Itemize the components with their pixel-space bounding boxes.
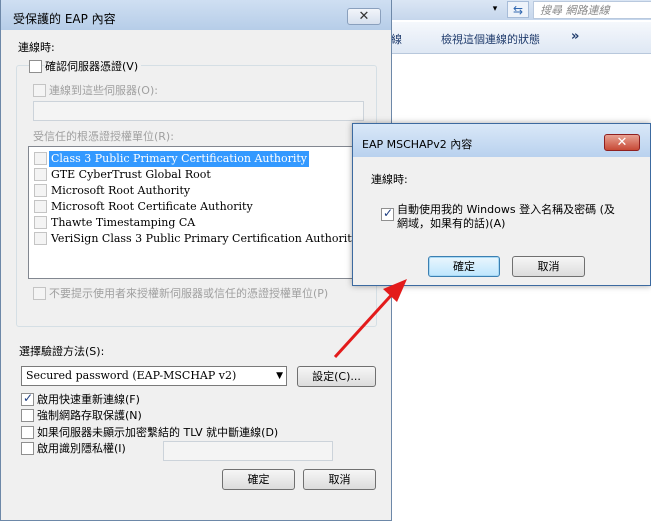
list-item[interactable]: GTE CyberTrust Global Root	[32, 167, 362, 183]
enforce-nap-label: 強制網路存取保護(N)	[37, 409, 142, 422]
popup-title: EAP MSCHAPv2 內容	[362, 138, 473, 151]
disconnect-tlv-label: 如果伺服器未顯示加密繫結的 TLV 就中斷連線(D)	[37, 426, 279, 439]
auth-method-select[interactable]: Secured password (EAP-MSCHAP v2) ▼	[21, 366, 287, 386]
ca-checkbox[interactable]	[34, 232, 47, 245]
ca-label: Thawte Timestamping CA	[51, 216, 196, 229]
ca-checkbox[interactable]	[34, 200, 47, 213]
identity-privacy-input[interactable]	[163, 441, 333, 461]
cancel-button[interactable]: 取消	[303, 469, 376, 490]
verify-server-checkbox[interactable]	[29, 60, 42, 73]
connect-label: 連線時:	[18, 41, 55, 54]
ok-button[interactable]: 確定	[222, 469, 295, 490]
popup-title-bar: EAP MSCHAPv2 內容 ✕	[353, 124, 650, 157]
dialog-body: 連線時: 確認伺服器憑證(V) 連線到這些伺服器(O): 受信任的根憑證授權單位…	[7, 31, 386, 515]
chevron-down-icon: ▼	[276, 371, 283, 381]
disconnect-tlv-checkbox[interactable]	[21, 426, 34, 439]
address-bar: ▾ ⇆ 搜尋 網路連線	[389, 0, 651, 20]
list-item[interactable]: VeriSign Class 3 Public Primary Certific…	[32, 231, 384, 247]
command-bar: 線 檢視這個連線的狀態 »	[389, 22, 651, 54]
popup-ok-button[interactable]: 確定	[428, 256, 500, 277]
ca-label: GTE CyberTrust Global Root	[51, 168, 211, 181]
connect-servers-label: 連線到這些伺服器(O):	[49, 84, 158, 97]
auto-use-credentials-checkbox[interactable]	[381, 206, 394, 221]
trusted-ca-label: 受信任的根憑證授權單位(R):	[33, 130, 174, 143]
dialog-title: 受保護的 EAP 內容	[13, 12, 116, 26]
identity-privacy-label: 啟用識別隱私權(I)	[37, 442, 126, 455]
list-item[interactable]: Microsoft Root Certificate Authority	[32, 199, 362, 215]
connect-servers-checkbox[interactable]	[33, 84, 46, 97]
auto-use-credentials-label-line1: 自動使用我的 Windows 登入名稱及密碼 (及	[397, 203, 615, 216]
auth-method-label: 選擇驗證方法(S):	[19, 345, 105, 358]
identity-privacy-checkbox[interactable]	[21, 442, 34, 455]
configure-button[interactable]: 設定(C)...	[297, 366, 376, 387]
verify-server-label: 確認伺服器憑證(V)	[45, 60, 142, 74]
search-input[interactable]: 搜尋 網路連線	[533, 1, 651, 19]
ca-checkbox[interactable]	[34, 152, 47, 165]
list-item[interactable]: Class 3 Public Primary Certification Aut…	[32, 151, 362, 167]
ca-label: Microsoft Root Authority	[51, 184, 191, 197]
fast-reconnect-label: 啟用快速重新連線(F)	[37, 393, 140, 406]
eap-mschapv2-dialog: EAP MSCHAPv2 內容 ✕ 連線時: 自動使用我的 Windows 登入…	[352, 123, 651, 286]
command-view-status[interactable]: 檢視這個連線的狀態	[441, 31, 540, 47]
fast-reconnect-checkbox[interactable]	[21, 391, 34, 406]
title-bar: 受保護的 EAP 內容 ✕	[1, 0, 391, 30]
enforce-nap-checkbox[interactable]	[21, 409, 34, 422]
list-item[interactable]: Microsoft Root Authority	[32, 183, 362, 199]
ca-checkbox[interactable]	[34, 168, 47, 181]
popup-cancel-button[interactable]: 取消	[512, 256, 585, 277]
server-names-input[interactable]	[33, 101, 364, 121]
no-prompt-checkbox[interactable]	[33, 287, 46, 300]
ca-checkbox[interactable]	[34, 216, 47, 229]
protected-eap-dialog: 受保護的 EAP 內容 ✕ 連線時: 確認伺服器憑證(V) 連線到這些伺服器(O…	[0, 0, 392, 521]
command-item-partial[interactable]: 線	[391, 31, 402, 47]
refresh-icon[interactable]: ⇆	[507, 1, 529, 18]
close-icon[interactable]: ✕	[347, 8, 381, 25]
address-dropdown-icon[interactable]: ▾	[489, 2, 501, 16]
popup-connect-label: 連線時:	[371, 173, 408, 186]
close-icon[interactable]: ✕	[604, 134, 640, 151]
ca-label: VeriSign Class 3 Public Primary Certific…	[51, 232, 385, 245]
more-commands-icon[interactable]: »	[571, 29, 579, 44]
ca-label: Microsoft Root Certificate Authority	[51, 200, 253, 213]
trusted-ca-list[interactable]: Class 3 Public Primary Certification Aut…	[28, 146, 384, 279]
ca-label: Class 3 Public Primary Certification Aut…	[49, 151, 310, 167]
auth-method-value: Secured password (EAP-MSCHAP v2)	[26, 369, 237, 382]
no-prompt-label: 不要提示使用者來授權新伺服器或信任的憑證授權單位(P)	[49, 287, 329, 300]
popup-body: 連線時: 自動使用我的 Windows 登入名稱及密碼 (及 網域，如果有的話)…	[361, 157, 644, 280]
list-item[interactable]: Thawte Timestamping CA	[32, 215, 362, 231]
auto-use-credentials-label-line2: 網域，如果有的話)(A)	[397, 217, 506, 230]
ca-checkbox[interactable]	[34, 184, 47, 197]
